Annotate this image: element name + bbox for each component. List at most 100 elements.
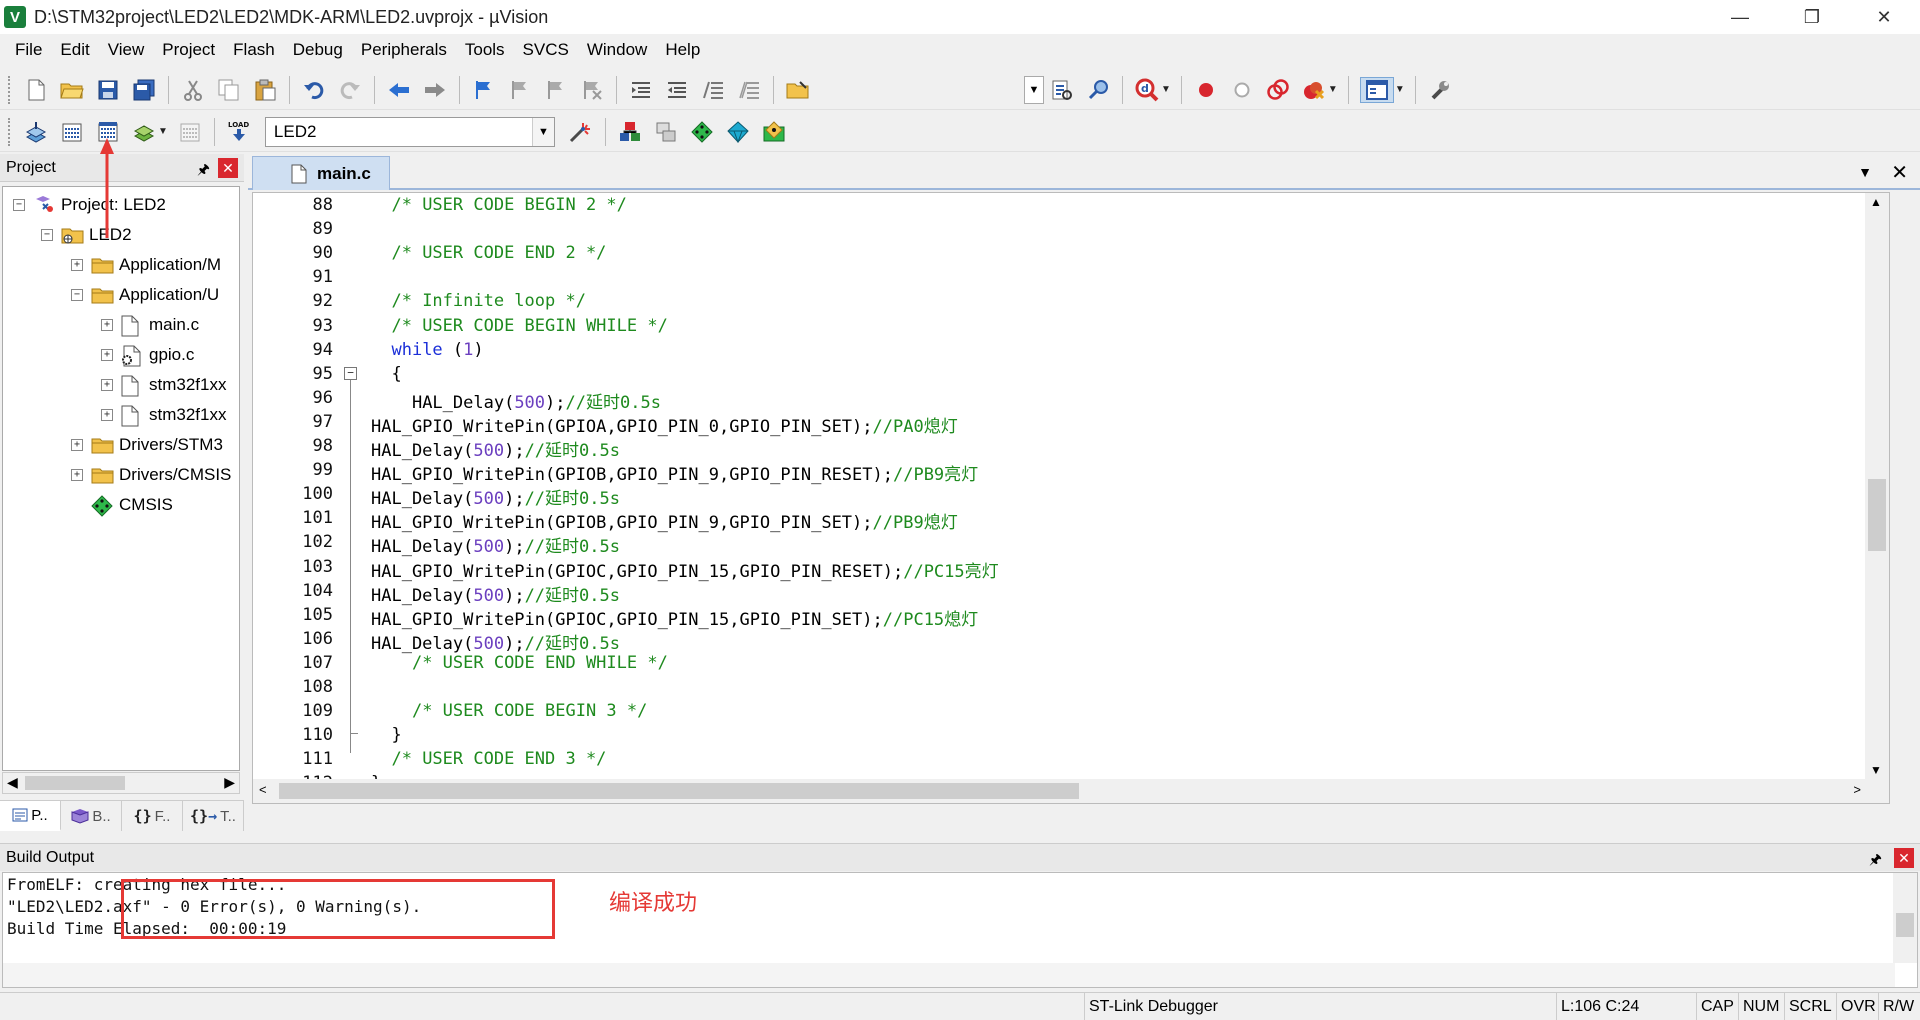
window-layout-icon[interactable] [1359, 76, 1394, 103]
manage-project-items-icon[interactable] [617, 119, 643, 145]
expand-icon[interactable]: + [71, 259, 83, 271]
code-line[interactable]: /* USER CODE BEGIN 2 */ [371, 195, 626, 215]
code-line[interactable]: HAL_Delay(500);//延时0.5s [371, 532, 620, 557]
undo-icon[interactable] [301, 77, 327, 103]
save-all-icon[interactable] [131, 77, 157, 103]
download-load-icon[interactable]: LOAD [226, 119, 252, 145]
menu-peripherals[interactable]: Peripherals [352, 34, 456, 66]
cut-icon[interactable] [180, 77, 206, 103]
find-combo-dropdown[interactable]: ▼ [1024, 75, 1044, 104]
tab-project[interactable]: P.. [0, 801, 61, 831]
code-line[interactable]: HAL_GPIO_WritePin(GPIOB,GPIO_PIN_9,GPIO_… [371, 460, 978, 485]
code-line[interactable]: HAL_GPIO_WritePin(GPIOB,GPIO_PIN_9,GPIO_… [371, 508, 958, 533]
toolbar-grip[interactable] [8, 117, 12, 146]
tree-item[interactable]: CMSIS [71, 491, 173, 519]
menu-debug[interactable]: Debug [284, 34, 352, 66]
code-line[interactable]: /* USER CODE END 2 */ [371, 243, 606, 263]
find-icon[interactable] [1049, 77, 1075, 103]
tree-item[interactable]: − Application/U [71, 281, 219, 309]
unindent-icon[interactable] [664, 77, 690, 103]
open-folder-icon[interactable] [59, 77, 85, 103]
tree-item[interactable]: + Drivers/CMSIS [71, 461, 231, 489]
tab-list-dropdown-icon[interactable]: ▼ [1858, 164, 1872, 180]
configure-wrench-icon[interactable] [1427, 77, 1453, 103]
menu-window[interactable]: Window [578, 34, 656, 66]
pin-icon[interactable]: 🖈 [1869, 849, 1882, 873]
indent-icon[interactable] [628, 77, 654, 103]
manage-run-time-environment-icon[interactable] [689, 119, 715, 145]
menu-help[interactable]: Help [656, 34, 709, 66]
menu-view[interactable]: View [99, 34, 154, 66]
navigate-back-icon[interactable] [386, 77, 412, 103]
menu-tools[interactable]: Tools [456, 34, 514, 66]
incremental-find-icon[interactable] [1085, 77, 1111, 103]
enable-breakpoint-icon[interactable] [1229, 77, 1255, 103]
collapse-icon[interactable]: − [41, 229, 53, 241]
options-for-target-icon[interactable] [568, 119, 594, 145]
batch-build-dropdown-arrow[interactable]: ▼ [158, 126, 168, 137]
window-layout-dropdown-arrow[interactable]: ▼ [1395, 84, 1405, 95]
code-line[interactable]: HAL_Delay(500);//延时0.5s [371, 484, 620, 509]
build-output-vscrollbar[interactable] [1893, 873, 1917, 963]
code-line[interactable]: } [371, 725, 401, 745]
minimize-button[interactable]: — [1704, 0, 1776, 34]
code-line[interactable]: HAL_Delay(500);//延时0.5s [371, 581, 620, 606]
tree-item[interactable]: + main.c [101, 311, 199, 339]
code-line[interactable]: HAL_GPIO_WritePin(GPIOA,GPIO_PIN_0,GPIO_… [371, 412, 958, 437]
navigate-forward-icon[interactable] [422, 77, 448, 103]
build-output-panel[interactable]: FromELF: creating hex file... "LED2\LED2… [2, 872, 1918, 988]
target-select[interactable]: LED2 ▼ [264, 116, 555, 147]
tree-item[interactable]: + gpio.c [101, 341, 194, 369]
code-line[interactable]: /* USER CODE END WHILE */ [371, 653, 668, 673]
tree-item[interactable]: − Project: LED2 [13, 191, 166, 219]
batch-build-icon[interactable] [131, 119, 157, 145]
debug-dropdown-arrow[interactable]: ▼ [1161, 84, 1171, 95]
bookmark-next-icon[interactable] [543, 77, 569, 103]
close-tab-icon[interactable]: ✕ [1891, 160, 1908, 185]
tree-item[interactable]: + stm32f1xx [101, 401, 226, 429]
toolbar-grip[interactable] [8, 75, 12, 104]
kill-all-breakpoints-icon[interactable] [1301, 77, 1327, 103]
expand-icon[interactable]: + [101, 409, 113, 421]
scroll-right-icon[interactable]: ▶ [224, 774, 235, 791]
scroll-left-icon[interactable]: < [259, 782, 267, 797]
expand-icon[interactable]: + [101, 319, 113, 331]
expand-icon[interactable]: + [71, 439, 83, 451]
uncomment-icon[interactable] [736, 77, 762, 103]
menu-file[interactable]: File [6, 34, 51, 66]
close-project-pane-button[interactable]: ✕ [218, 158, 238, 178]
code-line[interactable]: /* USER CODE BEGIN 3 */ [371, 701, 647, 721]
tab-functions[interactable]: {} F.. [122, 801, 183, 831]
tab-books[interactable]: B.. [61, 801, 122, 831]
target-select-arrow[interactable]: ▼ [531, 117, 554, 146]
save-icon[interactable] [95, 77, 121, 103]
scroll-thumb[interactable] [1868, 479, 1886, 551]
build-icon[interactable] [59, 119, 85, 145]
code-line[interactable]: HAL_Delay(500);//延时0.5s [371, 629, 620, 654]
scroll-right-icon[interactable]: > [1853, 782, 1861, 797]
new-file-icon[interactable] [23, 77, 49, 103]
editor-hscrollbar[interactable]: < > [253, 779, 1867, 803]
scroll-down-icon[interactable]: ▼ [1870, 763, 1882, 777]
copy-icon[interactable] [216, 77, 242, 103]
insert-breakpoint-icon[interactable] [1193, 77, 1219, 103]
scroll-thumb[interactable] [25, 776, 125, 790]
code-editor[interactable]: 88 89 90 91 92 93 94 95 96 97 98 99 100 101 102 103 104 1… [252, 192, 1890, 804]
select-software-packs-icon[interactable] [725, 119, 751, 145]
scroll-left-icon[interactable]: ◀ [7, 774, 18, 791]
code-line[interactable]: HAL_Delay(500);//延时0.5s [371, 436, 620, 461]
breakpoints-dropdown-arrow[interactable]: ▼ [1328, 84, 1338, 95]
tab-main-c[interactable]: main.c [252, 156, 390, 190]
code-line[interactable]: while (1) [371, 340, 483, 360]
code-line[interactable]: { [371, 364, 401, 384]
debug-session-icon[interactable]: d [1134, 77, 1160, 103]
menu-edit[interactable]: Edit [51, 34, 98, 66]
find-in-files-icon[interactable] [785, 77, 811, 103]
code-line[interactable]: HAL_GPIO_WritePin(GPIOC,GPIO_PIN_15,GPIO… [371, 557, 999, 582]
manage-multi-project-icon[interactable] [653, 119, 679, 145]
redo-icon[interactable] [337, 77, 363, 103]
bookmark-toggle-icon[interactable] [471, 77, 497, 103]
tree-item[interactable]: − LED2 [41, 221, 132, 249]
scroll-thumb[interactable] [1896, 913, 1914, 937]
scroll-thumb[interactable] [279, 783, 1079, 799]
